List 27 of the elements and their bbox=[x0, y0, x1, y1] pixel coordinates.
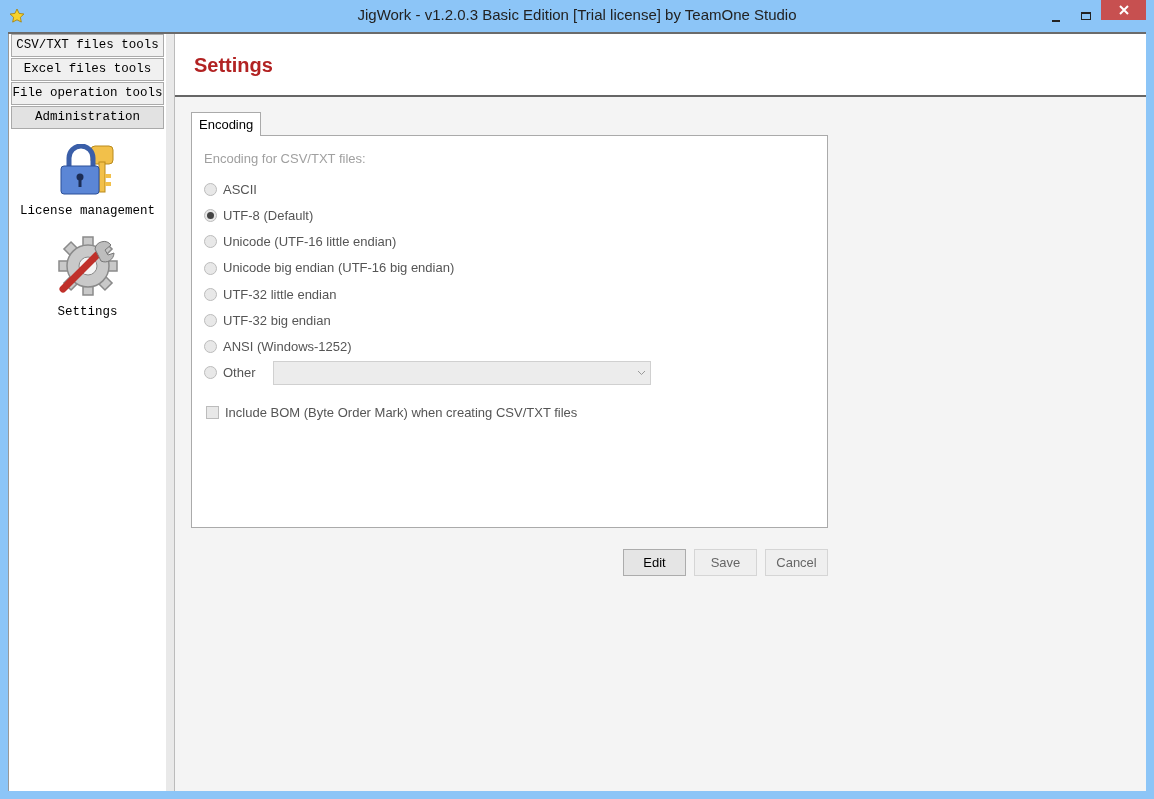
sidebar-item[interactable]: Settings bbox=[9, 234, 166, 322]
radio-label: Unicode (UTF-16 little endian) bbox=[223, 233, 397, 252]
radio-label: ANSI (Windows-1252) bbox=[223, 337, 352, 356]
radio-label: Unicode big endian (UTF-16 big endian) bbox=[223, 259, 455, 278]
radio-label: Other bbox=[223, 364, 256, 383]
category-tab[interactable]: File operation tools bbox=[11, 82, 164, 105]
close-button[interactable] bbox=[1101, 0, 1146, 20]
padlock-key-icon bbox=[58, 144, 117, 196]
category-tab[interactable]: CSV/TXT files tools bbox=[11, 34, 164, 57]
tab[interactable]: Encoding bbox=[191, 112, 262, 136]
radio-label: UTF-32 little endian bbox=[223, 285, 337, 304]
radio-label: ASCII bbox=[223, 180, 257, 199]
category-tab[interactable]: Excel files tools bbox=[11, 58, 164, 81]
radio-label: UTF-8 (Default) bbox=[223, 207, 314, 226]
sidebar-item[interactable]: License management bbox=[9, 144, 166, 221]
chevron-down-icon bbox=[636, 369, 646, 376]
section-heading: Encoding for CSV/TXT files: bbox=[204, 150, 367, 168]
gear-wrench-icon bbox=[56, 234, 119, 297]
window-title: JigWork - v1.2.0.3 Basic Edition [Trial license] by TeamOne Studio bbox=[357, 5, 797, 26]
action-button[interactable]: Edit bbox=[623, 549, 686, 576]
close-icon bbox=[1118, 5, 1129, 15]
encoding-dropdown[interactable] bbox=[272, 360, 651, 385]
star-icon bbox=[9, 7, 25, 24]
category-tab[interactable]: Administration bbox=[11, 106, 164, 129]
radio-label: UTF-32 big endian bbox=[223, 311, 331, 330]
page-title: Settings bbox=[194, 52, 273, 78]
checkbox-label: Include BOM (Byte Order Mark) when creating CSV/TXT files bbox=[225, 404, 578, 422]
